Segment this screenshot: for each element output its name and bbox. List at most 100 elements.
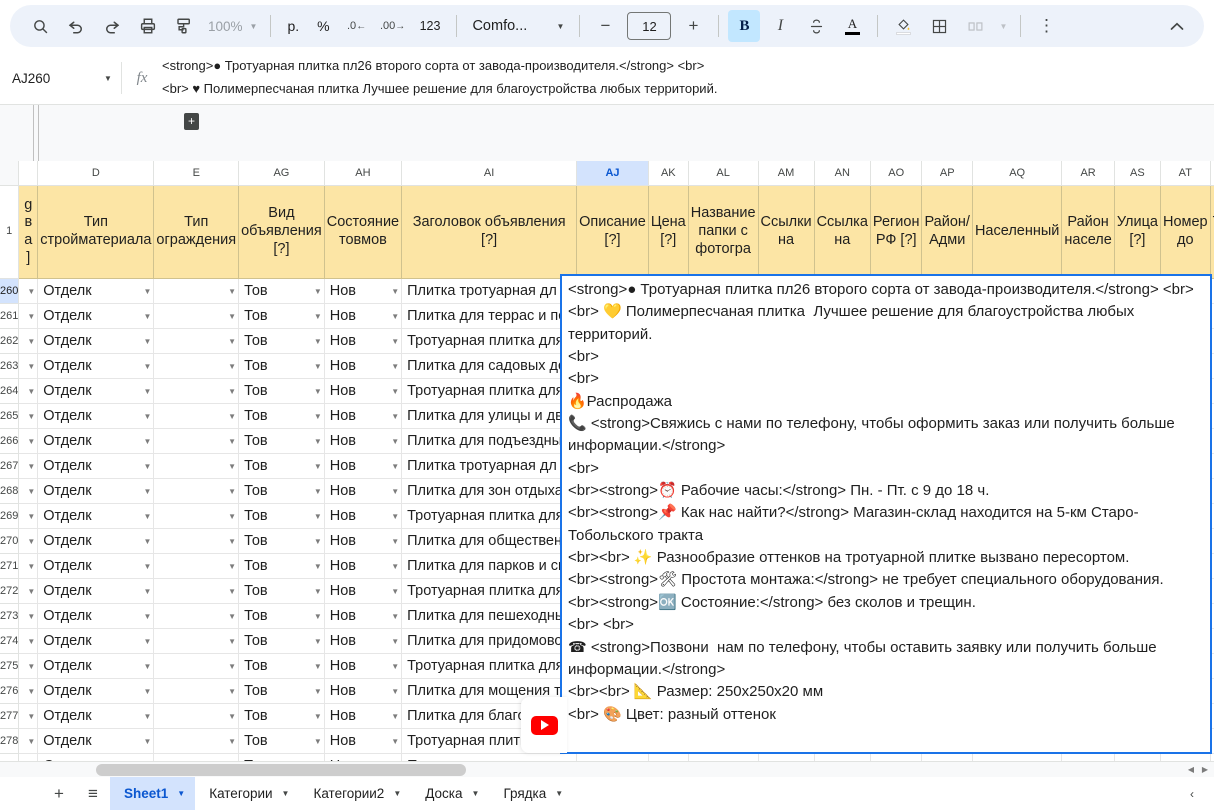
column-header-AQ[interactable]: AQ: [971, 161, 1063, 186]
chevron-down-icon[interactable]: ▼: [225, 387, 236, 396]
cell-fence-type[interactable]: ▼: [153, 728, 240, 754]
cell-partial[interactable]: ▼: [18, 578, 39, 604]
chevron-down-icon[interactable]: ▼: [388, 637, 399, 646]
chevron-down-icon[interactable]: ▼: [388, 662, 399, 671]
cell-ad-title[interactable]: Плитка для улицы и дво: [401, 403, 578, 429]
chevron-down-icon[interactable]: ▼: [388, 437, 399, 446]
header-cell-AM[interactable]: Ссылки на: [757, 185, 815, 279]
chevron-down-icon[interactable]: ▼: [388, 412, 399, 421]
cell-ad-title[interactable]: Плитка для подъездных: [401, 428, 578, 454]
column-header-AT[interactable]: AT: [1159, 161, 1211, 186]
cell-partial[interactable]: ▼: [18, 478, 39, 504]
sheet-tab-Sheet1[interactable]: Sheet1 ▼: [110, 777, 196, 810]
cell-type-material[interactable]: Отделк▼: [37, 278, 155, 304]
cell-blank[interactable]: [1061, 753, 1115, 761]
cell-ad-title[interactable]: Плитка для частных: [401, 753, 578, 761]
chevron-down-icon[interactable]: ▼: [225, 587, 236, 596]
cell-fence-type[interactable]: ▼: [153, 703, 240, 729]
chevron-down-icon[interactable]: ▼: [24, 637, 35, 646]
chevron-down-icon[interactable]: ▼: [141, 562, 152, 571]
cell-fence-type[interactable]: ▼: [153, 428, 240, 454]
row-header[interactable]: 266: [0, 428, 20, 454]
chevron-down-icon[interactable]: ▼: [311, 412, 322, 421]
cell-partial[interactable]: ▼: [18, 528, 39, 554]
increase-font-size-button[interactable]: +: [677, 10, 709, 42]
chevron-down-icon[interactable]: ▼: [177, 789, 185, 798]
chevron-down-icon[interactable]: ▼: [311, 462, 322, 471]
print-icon[interactable]: [132, 10, 164, 42]
sheet-tab-Доска[interactable]: Доска ▼: [411, 777, 489, 810]
cell-condition[interactable]: Нов▼: [323, 578, 403, 604]
cell-type-material[interactable]: Отделк▼: [37, 303, 155, 329]
cell-blank[interactable]: [687, 753, 759, 761]
cell-ad-type[interactable]: Тов▼: [238, 303, 325, 329]
column-header-AK[interactable]: AK: [647, 161, 689, 186]
cell-ad-type[interactable]: Тов▼: [238, 478, 325, 504]
cell-type-material[interactable]: Отделк▼: [37, 378, 155, 404]
row-header[interactable]: 274: [0, 628, 20, 654]
cell-fence-type[interactable]: ▼: [153, 378, 240, 404]
cell-blank[interactable]: [813, 753, 871, 761]
chevron-down-icon[interactable]: ▼: [225, 462, 236, 471]
cell-fence-type[interactable]: ▼: [153, 678, 240, 704]
cell-ad-type[interactable]: Тов▼: [238, 703, 325, 729]
cell-ad-title[interactable]: Плитка тротуарная дл: [401, 278, 578, 304]
cell-blank[interactable]: [1113, 753, 1161, 761]
italic-button[interactable]: I: [764, 10, 796, 42]
cell-fence-type[interactable]: ▼: [153, 303, 240, 329]
cell-partial[interactable]: ▼: [18, 353, 39, 379]
chevron-down-icon[interactable]: ▼: [24, 412, 35, 421]
zoom-selector[interactable]: 100% ▼: [202, 19, 263, 34]
cell-partial[interactable]: ▼: [18, 328, 39, 354]
cell-partial[interactable]: ▼: [18, 728, 39, 754]
cell-ad-type[interactable]: Тов▼: [238, 728, 325, 754]
cell-ad-title[interactable]: Плитка тротуарная дл: [401, 453, 578, 479]
chevron-down-icon[interactable]: ▼: [141, 587, 152, 596]
cell-blank[interactable]: [576, 753, 649, 761]
more-options-button[interactable]: ⋮: [1030, 10, 1062, 42]
cell-condition[interactable]: Нов▼: [323, 453, 403, 479]
cell-condition[interactable]: Нов▼: [323, 353, 403, 379]
cell-partial[interactable]: ▼: [18, 703, 39, 729]
cell-type-material[interactable]: Отделк▼: [37, 478, 155, 504]
row-header-1[interactable]: 1: [0, 185, 20, 279]
collapse-toolbar-button[interactable]: [1162, 11, 1192, 41]
cell-ad-type[interactable]: Тов▼: [238, 353, 325, 379]
chevron-down-icon[interactable]: ▼: [311, 387, 322, 396]
cell-partial[interactable]: ▼: [18, 278, 39, 304]
chevron-down-icon[interactable]: ▼: [141, 537, 152, 546]
chevron-down-icon[interactable]: ▼: [141, 662, 152, 671]
cell-fence-type[interactable]: ▼: [153, 453, 240, 479]
font-size-input[interactable]: 12: [627, 12, 672, 40]
name-box[interactable]: AJ260: [0, 52, 95, 104]
cell-blank[interactable]: [971, 753, 1063, 761]
cell-ad-type[interactable]: Тов▼: [238, 278, 325, 304]
cell-condition[interactable]: Нов▼: [323, 428, 403, 454]
header-cell-AO[interactable]: Регион РФ [?]: [869, 185, 923, 279]
chevron-down-icon[interactable]: ▼: [388, 312, 399, 321]
header-cell-AJ[interactable]: Описание [?]: [576, 185, 649, 279]
chevron-down-icon[interactable]: ▼: [311, 537, 322, 546]
cell-condition[interactable]: Нов▼: [323, 628, 403, 654]
youtube-floating-widget[interactable]: [521, 697, 567, 753]
chevron-down-icon[interactable]: ▼: [311, 362, 322, 371]
chevron-down-icon[interactable]: ▼: [311, 737, 322, 746]
cell-partial[interactable]: ▼: [18, 303, 39, 329]
header-cell-AN[interactable]: Ссылка на: [813, 185, 871, 279]
cell-type-material[interactable]: Отделк▼: [37, 703, 155, 729]
cell-type-material[interactable]: Отделк▼: [37, 353, 155, 379]
scrollbar-track[interactable]: [38, 764, 1184, 776]
chevron-down-icon[interactable]: ▼: [225, 337, 236, 346]
row-header[interactable]: 263: [0, 353, 20, 379]
cell-blank[interactable]: [1159, 753, 1211, 761]
chevron-down-icon[interactable]: ▼: [225, 312, 236, 321]
cell-partial[interactable]: ▼: [18, 553, 39, 579]
cell-condition[interactable]: Нов▼: [323, 528, 403, 554]
chevron-down-icon[interactable]: ▼: [311, 287, 322, 296]
cell-fence-type[interactable]: ▼: [153, 628, 240, 654]
cell-condition[interactable]: Нов▼: [323, 603, 403, 629]
chevron-down-icon[interactable]: ▼: [141, 412, 152, 421]
cell-fence-type[interactable]: ▼: [153, 503, 240, 529]
percent-format-button[interactable]: %: [308, 11, 338, 41]
cell-ad-title[interactable]: Плитка для общественн: [401, 528, 578, 554]
